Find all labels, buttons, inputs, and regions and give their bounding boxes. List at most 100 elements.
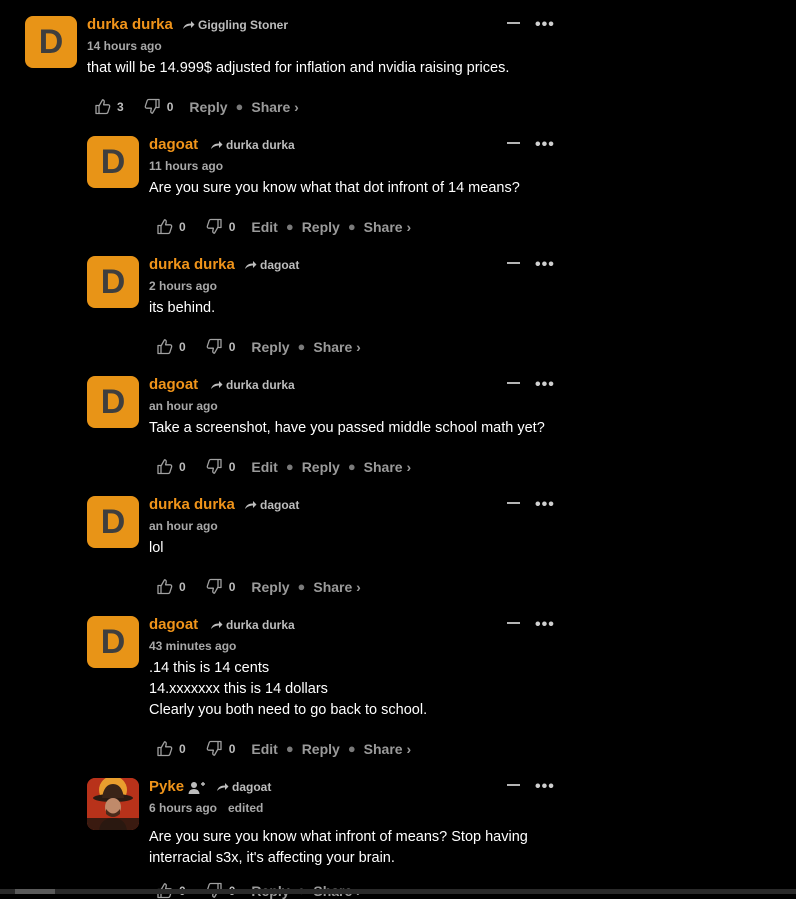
dislike-count: 0: [228, 741, 236, 756]
more-dots-icon[interactable]: •••: [535, 616, 555, 634]
dislike-button[interactable]: 0: [206, 338, 235, 355]
more-dots-icon[interactable]: •••: [535, 16, 555, 34]
timestamp[interactable]: 43 minutes ago: [149, 639, 236, 653]
like-button[interactable]: 0: [156, 218, 186, 235]
reply-to[interactable]: durka durka: [210, 618, 295, 632]
reply-to[interactable]: dagoat: [244, 258, 299, 272]
timestamp[interactable]: 6 hours ago: [149, 801, 217, 815]
reply-button[interactable]: Reply: [302, 741, 340, 757]
reply-to[interactable]: dagoat: [244, 498, 299, 512]
author-name[interactable]: dagoat: [149, 376, 198, 393]
more-dots-icon[interactable]: •••: [535, 256, 555, 274]
author-name[interactable]: Pyke: [149, 778, 184, 795]
like-count: 0: [179, 741, 186, 756]
comment-actions: 3 0 Reply ● Share ›: [94, 98, 299, 115]
dislike-count: 0: [228, 459, 236, 474]
comment: D durka durka Giggling Stoner 14 hours a…: [0, 16, 796, 136]
dislike-button[interactable]: 0: [206, 740, 236, 757]
more-dots-icon[interactable]: •••: [535, 136, 555, 154]
comment-text: its behind.: [149, 300, 216, 316]
like-button[interactable]: 3: [94, 98, 124, 115]
horizontal-scrollbar[interactable]: [0, 889, 796, 894]
minus-icon[interactable]: [507, 22, 520, 24]
minus-icon[interactable]: [507, 784, 520, 786]
more-dots-icon[interactable]: •••: [535, 376, 555, 394]
share-button[interactable]: Share ›: [364, 219, 411, 235]
reply-arrow-icon: [245, 260, 257, 269]
like-button[interactable]: 0: [156, 578, 186, 595]
avatar[interactable]: D: [87, 136, 139, 188]
like-count: 3: [117, 99, 124, 114]
like-button[interactable]: 0: [156, 338, 186, 355]
timestamp[interactable]: an hour ago: [149, 399, 218, 413]
avatar[interactable]: D: [87, 376, 139, 428]
share-button[interactable]: Share ›: [364, 741, 411, 757]
reply-button[interactable]: Reply: [302, 459, 340, 475]
like-count: 0: [179, 579, 186, 594]
comment-text-line: Are you sure you know what infront of me…: [149, 829, 528, 845]
separator-dot: ●: [297, 339, 306, 354]
avatar[interactable]: D: [87, 496, 139, 548]
share-button[interactable]: Share ›: [313, 339, 360, 355]
timestamp[interactable]: an hour ago: [149, 519, 218, 533]
edit-button[interactable]: Edit: [251, 741, 277, 757]
reply-to-name: dagoat: [232, 780, 272, 794]
author-name[interactable]: durka durka: [149, 496, 235, 513]
minus-icon[interactable]: [507, 502, 520, 504]
avatar[interactable]: D: [87, 256, 139, 308]
comment-actions: 0 0 Edit ● Reply ● Share ›: [156, 218, 411, 235]
author-name[interactable]: durka durka: [87, 16, 173, 33]
reply-to[interactable]: Giggling Stoner: [182, 18, 288, 32]
edit-button[interactable]: Edit: [251, 459, 277, 475]
avatar[interactable]: D: [25, 16, 77, 68]
comment: D dagoat durka durka an hour ago ••• Tak…: [0, 376, 796, 496]
share-button[interactable]: Share ›: [251, 99, 298, 115]
dislike-button[interactable]: 0: [206, 458, 236, 475]
like-button[interactable]: 0: [156, 458, 186, 475]
reply-arrow-icon: [211, 140, 223, 149]
minus-icon[interactable]: [507, 262, 520, 264]
reply-to[interactable]: dagoat: [216, 780, 271, 794]
minus-icon[interactable]: [507, 382, 520, 384]
thumbs-up-icon: [157, 219, 173, 235]
reply-arrow-icon: [183, 20, 195, 29]
comment-text: lol: [149, 540, 164, 556]
reply-button[interactable]: Reply: [302, 219, 340, 235]
add-user-icon[interactable]: [188, 780, 206, 800]
reply-to-name: Giggling Stoner: [198, 18, 288, 32]
thumbs-down-icon: [144, 98, 160, 114]
minus-icon[interactable]: [507, 142, 520, 144]
reply-button[interactable]: Reply: [189, 99, 227, 115]
author-name[interactable]: dagoat: [149, 136, 198, 153]
more-dots-icon[interactable]: •••: [535, 778, 555, 796]
more-dots-icon[interactable]: •••: [535, 496, 555, 514]
reply-button[interactable]: Reply: [251, 579, 289, 595]
thumbs-up-icon: [157, 741, 173, 757]
timestamp[interactable]: 2 hours ago: [149, 279, 217, 293]
reply-to-name: dagoat: [260, 258, 300, 272]
reply-to-name: durka durka: [226, 618, 295, 632]
scrollbar-thumb[interactable]: [15, 889, 55, 894]
reply-button[interactable]: Reply: [251, 339, 289, 355]
timestamp[interactable]: 11 hours ago: [149, 159, 223, 173]
reply-arrow-icon: [245, 500, 257, 509]
dislike-button[interactable]: 0: [206, 578, 235, 595]
author-name[interactable]: dagoat: [149, 616, 198, 633]
minus-icon[interactable]: [507, 622, 520, 624]
cowboy-avatar-icon: [87, 778, 139, 830]
reply-arrow-icon: [217, 782, 229, 791]
author-name[interactable]: durka durka: [149, 256, 235, 273]
dislike-button[interactable]: 0: [144, 98, 173, 115]
share-button[interactable]: Share ›: [364, 459, 411, 475]
separator-dot: ●: [285, 459, 294, 474]
avatar[interactable]: D: [87, 616, 139, 668]
dislike-button[interactable]: 0: [206, 218, 235, 235]
timestamp[interactable]: 14 hours ago: [87, 39, 162, 53]
like-button[interactable]: 0: [156, 740, 186, 757]
reply-to[interactable]: durka durka: [210, 378, 295, 392]
edit-button[interactable]: Edit: [251, 219, 277, 235]
reply-arrow-icon: [211, 620, 223, 629]
avatar[interactable]: [87, 778, 139, 830]
share-button[interactable]: Share ›: [313, 579, 360, 595]
reply-to[interactable]: durka durka: [210, 138, 295, 152]
